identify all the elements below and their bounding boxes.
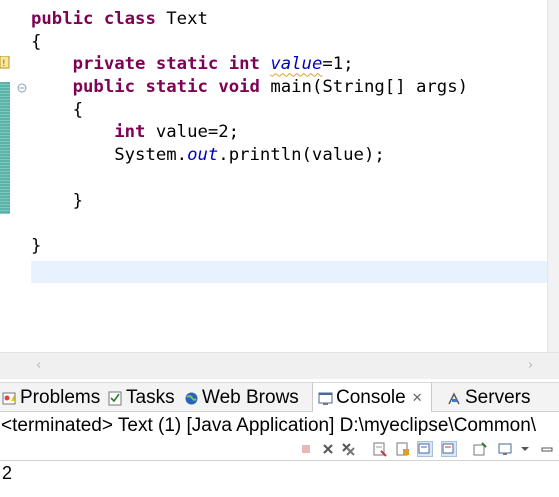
code-token: } xyxy=(31,190,84,211)
code-line[interactable]: { xyxy=(31,31,468,54)
code-token: main(String[] args) xyxy=(259,77,469,98)
pin-console-icon[interactable] xyxy=(472,441,488,457)
scroll-right-icon[interactable]: › xyxy=(528,358,533,373)
console-status-label: <terminated> Text (1) [Java Application]… xyxy=(0,412,559,440)
close-icon[interactable]: ✕ xyxy=(412,390,423,406)
code-token: static xyxy=(145,77,208,98)
code-token: Text xyxy=(155,9,208,29)
code-line[interactable] xyxy=(31,212,468,235)
code-token: .println(value); xyxy=(218,145,385,166)
remove-all-terminated-icon[interactable] xyxy=(340,441,356,457)
tasks-icon xyxy=(108,390,123,406)
tab-tasks[interactable]: Tasks xyxy=(108,383,175,412)
current-line-highlight xyxy=(31,261,547,283)
code-token: value xyxy=(270,54,323,75)
show-console-on-output-icon[interactable] xyxy=(417,441,433,457)
code-token: int xyxy=(114,122,146,143)
overview-ruler[interactable] xyxy=(547,0,559,352)
source-code[interactable]: public class Text{ private static int va… xyxy=(31,8,468,258)
console-output[interactable]: 2 xyxy=(0,460,559,497)
terminate-icon[interactable] xyxy=(298,441,314,457)
code-token: { xyxy=(31,31,42,52)
tab-web-browser[interactable]: Web Brows xyxy=(184,383,299,412)
code-token: { xyxy=(31,99,84,120)
code-token: out xyxy=(187,145,219,166)
code-line[interactable]: private static int value=1; xyxy=(31,53,468,76)
problems-icon xyxy=(2,390,17,405)
console-toolbar xyxy=(0,440,559,460)
code-token: System. xyxy=(31,145,188,166)
code-line[interactable]: { xyxy=(31,99,468,122)
code-line[interactable]: public static void main(String[] args) xyxy=(31,76,468,99)
servers-icon xyxy=(447,390,462,405)
display-selected-console-icon[interactable] xyxy=(497,441,513,457)
code-line[interactable]: } xyxy=(31,190,468,213)
console-output-text: 2 xyxy=(2,463,13,483)
tab-label: Problems xyxy=(20,386,101,408)
code-token: private xyxy=(72,54,146,75)
scroll-left-icon[interactable]: ‹ xyxy=(36,358,41,373)
tab-servers[interactable]: Servers xyxy=(447,383,530,412)
svg-text:!: ! xyxy=(2,59,6,69)
scroll-lock-icon[interactable] xyxy=(395,441,411,457)
fold-collapse-icon[interactable] xyxy=(17,80,27,93)
web-browser-icon xyxy=(184,390,199,405)
code-token: static xyxy=(155,54,219,75)
show-console-on-error-icon[interactable] xyxy=(441,441,457,457)
code-editor[interactable]: ! public class Text{ private static int … xyxy=(0,0,559,352)
remove-launch-icon[interactable] xyxy=(320,441,336,457)
horizontal-scrollbar[interactable]: ‹ › xyxy=(0,352,559,379)
code-line[interactable]: public class Text xyxy=(31,8,468,31)
code-line[interactable] xyxy=(31,167,468,190)
view-tab-bar: Problems Tasks Web Brows Console ✕ Serve… xyxy=(0,382,559,412)
code-token: } xyxy=(31,235,42,256)
change-ruler-bar xyxy=(0,82,10,214)
code-token: =1; xyxy=(322,54,354,75)
code-token: value=2; xyxy=(145,122,240,143)
code-token: void xyxy=(218,77,260,98)
tab-console[interactable]: Console ✕ xyxy=(312,383,432,412)
code-line[interactable]: } xyxy=(31,235,468,258)
code-token: class xyxy=(103,9,156,29)
code-line[interactable]: System.out.println(value); xyxy=(31,144,468,167)
tab-problems[interactable]: Problems xyxy=(2,383,100,412)
code-token: public xyxy=(31,9,94,29)
clear-console-icon[interactable] xyxy=(372,441,388,457)
tab-label: Web Brows xyxy=(202,386,299,408)
code-token: int xyxy=(228,54,260,75)
tab-label: Servers xyxy=(465,386,531,408)
console-icon xyxy=(318,390,333,405)
warning-icon[interactable]: ! xyxy=(0,55,12,72)
minimize-icon[interactable] xyxy=(539,441,555,457)
tab-label: Tasks xyxy=(126,386,175,408)
chevron-down-icon[interactable] xyxy=(517,441,533,457)
code-token: public xyxy=(72,77,136,98)
code-line[interactable]: int value=2; xyxy=(31,121,468,144)
tab-label: Console xyxy=(336,386,406,408)
